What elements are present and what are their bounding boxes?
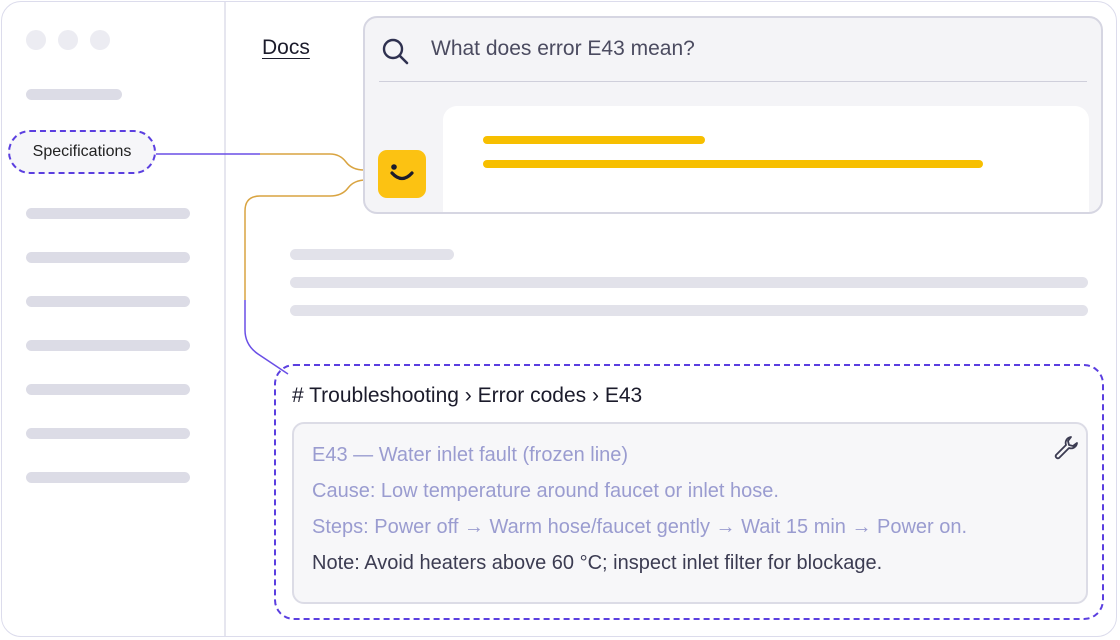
content-placeholder-line <box>290 277 1088 288</box>
answer-line-placeholder <box>483 136 705 144</box>
error-title: E43 — Water inlet fault (frozen line) <box>312 444 629 466</box>
docs-link[interactable]: Docs <box>262 36 310 60</box>
error-steps: Steps: Power off → Warm hose/faucet gent… <box>312 516 968 538</box>
connector-specifications-to-bot-orange <box>260 153 378 171</box>
smiley-bot-icon[interactable] <box>378 150 426 198</box>
error-cause: Cause: Low temperature around faucet or … <box>312 480 779 502</box>
sidebar-item-label: Specifications <box>32 143 132 160</box>
result-snippet: # Troubleshooting › Error codes › E43 E4… <box>274 364 1104 620</box>
connector-bot-to-result-purple <box>244 300 289 375</box>
content-placeholder-line <box>290 305 1088 316</box>
answer-card <box>443 106 1089 212</box>
wrench-icon[interactable] <box>1052 434 1080 467</box>
search-bar[interactable]: What does error E43 mean? <box>365 18 1101 82</box>
answer-line-placeholder <box>483 160 983 168</box>
search-divider <box>379 81 1087 82</box>
breadcrumb[interactable]: # Troubleshooting › Error codes › E43 <box>292 384 642 408</box>
error-details-box: E43 — Water inlet fault (frozen line) Ca… <box>292 422 1088 604</box>
search-input[interactable]: What does error E43 mean? <box>431 37 695 61</box>
sidebar-item-specifications[interactable]: Specifications <box>8 130 156 174</box>
search-panel: What does error E43 mean? <box>363 16 1103 214</box>
search-icon[interactable] <box>381 37 409 70</box>
error-note: Note: Avoid heaters above 60 °C; inspect… <box>312 552 883 574</box>
content-placeholder-heading <box>290 249 454 260</box>
